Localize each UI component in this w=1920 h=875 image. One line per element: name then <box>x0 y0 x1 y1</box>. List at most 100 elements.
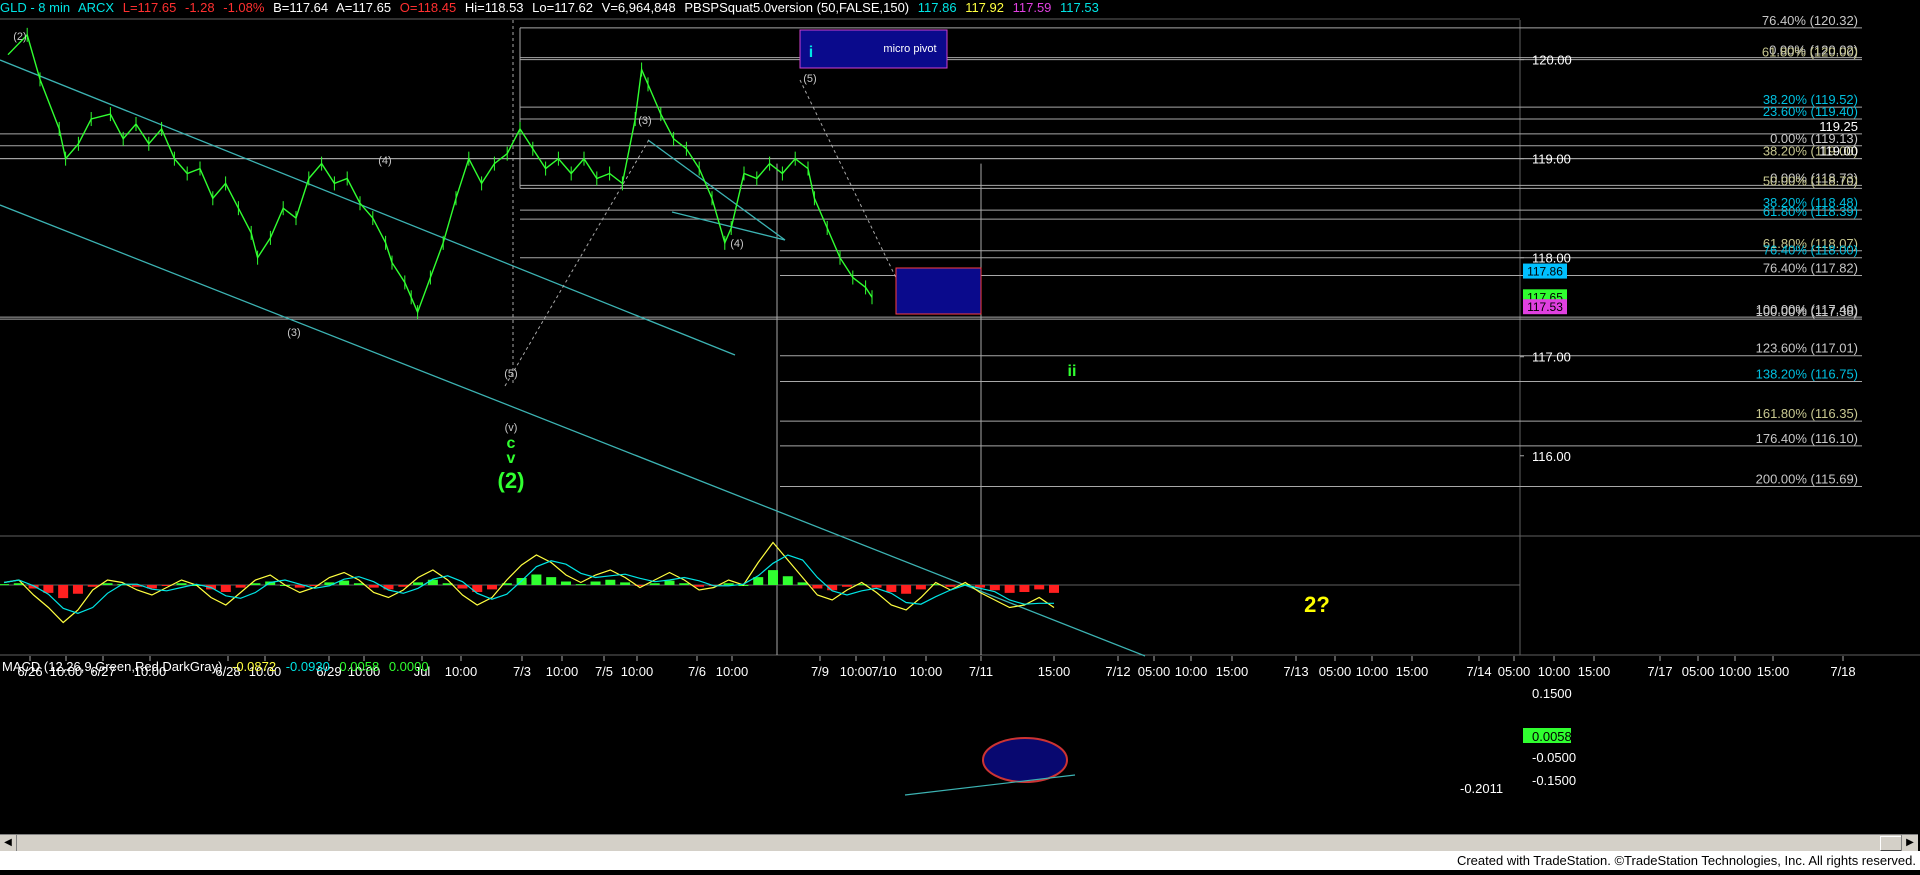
macd-histogram-bar <box>58 585 69 599</box>
time-tick-label: 15:00 <box>1396 664 1429 679</box>
wave-annotation: (2) <box>498 468 525 493</box>
time-tick-label: 10:00 <box>716 664 749 679</box>
study-value-4: 117.53 <box>1060 0 1099 15</box>
wave-annotation: (3) <box>287 327 300 339</box>
macd-value-3: 0.0058 <box>339 659 380 674</box>
high-price: Hi=118.53 <box>464 0 524 15</box>
time-tick-label: 15:00 <box>1757 664 1790 679</box>
macd-histogram-bar <box>457 585 468 589</box>
macd-histogram-bar <box>797 582 808 585</box>
fib-level-label: 123.60% (117.01) <box>1756 341 1858 356</box>
price-tick-label: 116.00 <box>1532 449 1571 464</box>
time-tick-label: 05:00 <box>1138 664 1171 679</box>
fib-level-label: 176.40% (116.10) <box>1756 431 1858 446</box>
time-tick-label: 05:00 <box>1682 664 1715 679</box>
low-price: Lo=117.62 <box>532 0 594 15</box>
macd-line <box>3 541 1055 624</box>
last-price: L=117.65 <box>122 0 177 15</box>
macd-histogram-bar <box>945 585 956 587</box>
macd-histogram-bar <box>886 585 897 592</box>
time-tick-label: 7/18 <box>1830 664 1855 679</box>
macd-value-2: -0.0930 <box>285 659 330 674</box>
macd-divergence-ellipse <box>982 737 1068 783</box>
scroll-right-arrow-icon[interactable]: ▶ <box>1901 835 1918 851</box>
volume-value: V=6,964,848 <box>601 0 676 15</box>
macd-histogram-bar <box>176 583 187 585</box>
macd-histogram-bar <box>723 583 734 585</box>
time-tick-label: 15:00 <box>1216 664 1249 679</box>
price-line <box>7 33 873 315</box>
fib-level-label: 161.80% (116.35) <box>1756 406 1858 421</box>
price-tick-label: 118.00 <box>1532 251 1571 266</box>
time-tick-label: 7/13 <box>1283 664 1308 679</box>
macd-histogram-bar <box>413 582 424 585</box>
time-tick-label: 10:00 <box>1175 664 1208 679</box>
support-box <box>895 267 982 315</box>
chart-header: GLD - 8 min ARCX L=117.65 -1.28 -1.08% B… <box>0 0 1880 20</box>
macd-trend-line <box>904 774 1076 796</box>
macd-tick-label: 0.1500 <box>1532 686 1572 701</box>
macd-histogram-bar <box>0 584 9 586</box>
wave-annotation: 2? <box>1304 592 1330 617</box>
dashed-wave-line <box>504 137 651 387</box>
time-tick-label: 7/10 <box>871 664 896 679</box>
study-label: PBSPSquat5.0version (50,FALSE,150) <box>684 0 910 15</box>
macd-tick-label: -0.2011 <box>1460 781 1503 796</box>
fib-level-label: 76.40% (117.82) <box>1763 261 1858 276</box>
macd-histogram-bar <box>1004 585 1015 593</box>
wave-annotation: ii <box>1068 363 1077 380</box>
time-tick-label: 10:00 <box>621 664 654 679</box>
macd-histogram-bar <box>664 580 675 585</box>
macd-histogram-bar <box>871 585 882 588</box>
dashed-wave-line <box>799 79 901 287</box>
time-tick-label: 10:00 <box>1719 664 1752 679</box>
time-tick-label: 7/17 <box>1647 664 1672 679</box>
macd-histogram-bar <box>620 582 631 585</box>
macd-histogram-bar <box>590 581 601 585</box>
study-value-2: 117.92 <box>965 0 1004 15</box>
macd-histogram-bar <box>679 583 690 585</box>
macd-histogram-bar <box>915 585 926 590</box>
fib-level-label: 76.40% (118.00) <box>1763 243 1858 258</box>
chart-area[interactable]: 76.40% (120.32) 0.00% (120.02) 61.80% (120… <box>0 0 1920 870</box>
wave-annotation: (4) <box>378 155 391 167</box>
macd-tick-label: -0.1500 <box>1532 773 1576 788</box>
fib-level-label: 61.80% (118.39) <box>1763 204 1858 219</box>
wave-annotation: (v) <box>505 422 518 434</box>
wave-annotation: i <box>809 44 813 61</box>
ask-price: A=117.65 <box>336 0 392 15</box>
fib-level-label: 200.00% (115.69) <box>1756 471 1858 486</box>
scroll-left-arrow-icon[interactable]: ◀ <box>0 835 17 851</box>
macd-tick-label: -0.0500 <box>1532 750 1576 765</box>
time-tick-label: 15:00 <box>1578 664 1611 679</box>
fib-level-label: 61.80% (120.00) <box>1762 45 1858 60</box>
copyright-text: Created with TradeStation. ©TradeStation… <box>1456 853 1916 868</box>
price-tag-label: 117.86 <box>1527 265 1563 279</box>
macd-histogram-bar <box>560 581 571 585</box>
macd-histogram-bar <box>812 585 823 589</box>
study-value-1: 117.86 <box>917 0 957 15</box>
fib-level-label: 119.00 <box>1819 144 1858 159</box>
macd-histogram-bar <box>1049 585 1059 593</box>
time-tick-label: 7/3 <box>513 664 531 679</box>
macd-histogram-bar <box>605 579 616 585</box>
macd-value-4: 0.0000 <box>388 659 429 674</box>
macd-header: MACD (12,26,9,Green,Red,DarkGray) -0.087… <box>2 659 435 674</box>
price-chart[interactable]: 76.40% (120.32)0.00% (120.02)61.80% (120… <box>0 0 1920 870</box>
scroll-thumb[interactable] <box>1880 836 1902 851</box>
open-price: O=118.45 <box>399 0 457 15</box>
wave-annotation: micro pivot <box>883 43 936 55</box>
fib-level-label: 23.60% (119.40) <box>1763 104 1858 119</box>
horizontal-scrollbar[interactable]: ◀ ▶ <box>0 834 1918 851</box>
macd-histogram-bar <box>841 585 852 587</box>
time-tick-label: 7/9 <box>811 664 829 679</box>
channel-line <box>647 139 786 241</box>
macd-histogram-bar <box>235 585 246 588</box>
macd-histogram-bar <box>72 585 83 594</box>
wave-annotation: (3) <box>638 115 651 127</box>
macd-histogram-bar <box>87 585 98 587</box>
price-tag-label: 117.53 <box>1527 300 1563 314</box>
fib-level-label: 138.20% (116.75) <box>1756 366 1858 381</box>
price-tick-label: 117.00 <box>1532 350 1571 365</box>
time-tick-label: 7/11 <box>969 664 993 679</box>
